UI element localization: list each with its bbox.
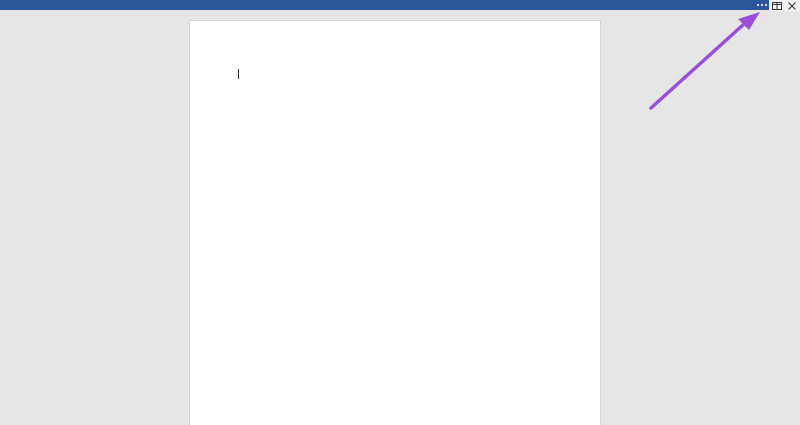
more-options-button[interactable] xyxy=(755,0,769,10)
text-cursor xyxy=(238,69,239,79)
ellipsis-icon xyxy=(757,4,759,6)
document-page[interactable] xyxy=(189,20,601,425)
close-icon xyxy=(787,1,796,10)
window-controls xyxy=(769,0,800,11)
word-app-window xyxy=(0,0,800,425)
book-icon xyxy=(771,1,782,10)
close-button[interactable] xyxy=(784,0,799,11)
reading-mode-button[interactable] xyxy=(769,0,784,11)
ellipsis-icon xyxy=(765,4,767,6)
ellipsis-icon xyxy=(761,4,763,6)
title-bar xyxy=(0,0,800,10)
